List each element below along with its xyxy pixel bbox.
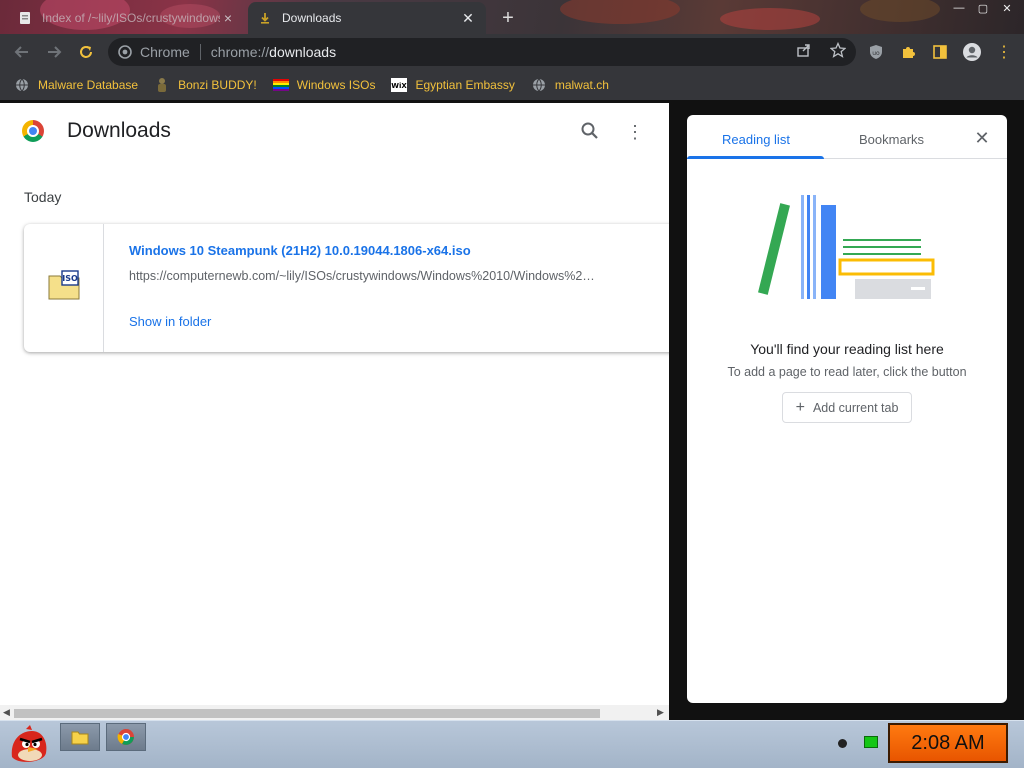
bookmark-egyptian-embassy[interactable]: WiX Egyptian Embassy (391, 77, 515, 93)
bonzi-icon (154, 77, 170, 93)
reload-button[interactable] (70, 36, 102, 68)
reload-icon (80, 46, 92, 58)
horizontal-scrollbar[interactable]: ◀ ▶ (0, 705, 669, 721)
tab-reading-list[interactable]: Reading list (722, 132, 790, 147)
books-illustration-icon (758, 195, 935, 299)
close-tab-icon[interactable]: × (220, 10, 236, 26)
side-panel-button[interactable] (924, 36, 956, 68)
page-title: Downloads (67, 119, 171, 142)
kebab-menu-icon: ⋮ (626, 122, 644, 142)
site-chip-label: Chrome (140, 44, 190, 60)
rainbow-flag-icon (272, 77, 289, 93)
shield-icon: uo (870, 45, 882, 59)
globe-icon (531, 77, 547, 93)
chrome-icon (117, 729, 134, 745)
address-bar[interactable]: Chrome chrome://downloads (108, 38, 856, 66)
tab-index-of-isos[interactable]: Index of /~lily/ISOs/crustywindows × (8, 2, 246, 34)
wix-icon: WiX (391, 77, 408, 93)
file-icon-column: ISO (24, 224, 104, 352)
forward-button[interactable] (38, 36, 70, 68)
date-section-label: Today (24, 189, 62, 205)
scrollbar-thumb[interactable] (14, 709, 600, 718)
taskbar-file-explorer[interactable] (60, 723, 100, 751)
plus-icon: + (795, 398, 805, 416)
network-icon[interactable] (864, 736, 878, 748)
downloads-header: Downloads ⋮ (0, 103, 669, 159)
active-tab-indicator (687, 156, 824, 159)
chrome-logo-icon (22, 120, 44, 142)
scroll-right-icon[interactable]: ▶ (657, 707, 664, 718)
folder-icon (71, 731, 89, 745)
tray-indicator-icon[interactable] (838, 739, 847, 748)
puzzle-icon (903, 47, 915, 58)
search-downloads-button[interactable] (580, 121, 602, 143)
avatar-icon (963, 43, 981, 61)
downloads-page: Downloads ⋮ Today ISO Windows 10 Steampu… (0, 103, 684, 721)
download-icon (258, 11, 272, 25)
empty-state-title: You'll find your reading list here (750, 341, 944, 357)
url-text: chrome://downloads (210, 44, 337, 60)
close-tab-icon[interactable]: ✕ (460, 10, 476, 26)
maximize-icon[interactable]: ▢ (972, 0, 994, 16)
page-icon (18, 11, 32, 25)
bookmark-malware-database[interactable]: Malware Database (14, 77, 138, 93)
file-source-url[interactable]: https://computernewb.com/~lily/ISOs/crus… (129, 269, 624, 283)
browser-menu-button[interactable]: ⋮ (988, 36, 1020, 68)
start-button[interactable] (6, 723, 50, 767)
bookmark-malwatch[interactable]: malwat.ch (531, 77, 609, 93)
extensions-button[interactable] (892, 36, 924, 68)
site-chip[interactable]: Chrome (118, 44, 201, 60)
window-controls: — ▢ ✕ (948, 0, 1018, 18)
new-tab-button[interactable]: + (496, 6, 520, 30)
svg-text:ISO: ISO (62, 274, 78, 283)
taskbar: 2:08 AM (0, 720, 1024, 768)
bookmark-bonzi-buddy[interactable]: Bonzi BUDDY! (154, 77, 257, 93)
tab-bookmarks[interactable]: Bookmarks (859, 132, 924, 147)
globe-icon (14, 77, 30, 93)
browser-toolbar: Chrome chrome://downloads uo ⋮ (0, 34, 1024, 70)
profile-button[interactable] (956, 36, 988, 68)
bookmark-windows-isos[interactable]: Windows ISOs (272, 77, 375, 93)
bookmarks-bar: Malware Database Bonzi BUDDY! Windows IS… (0, 70, 1024, 100)
arrow-right-icon (48, 46, 62, 58)
minimize-icon[interactable]: — (948, 0, 970, 16)
show-in-folder-link[interactable]: Show in folder (129, 314, 211, 329)
taskbar-chrome[interactable] (106, 723, 146, 751)
reading-list-side-panel: Reading list Bookmarks ✕ You'll find you… (687, 115, 1007, 703)
taskbar-clock[interactable]: 2:08 AM (888, 723, 1008, 763)
add-current-tab-button[interactable]: + Add current tab (782, 392, 912, 423)
svg-text:uo: uo (872, 50, 880, 57)
tab-title: Index of /~lily/ISOs/crustywindows (42, 11, 220, 25)
search-icon (581, 122, 598, 139)
chrome-icon (118, 45, 132, 59)
ublock-extension-button[interactable]: uo (860, 36, 892, 68)
tab-title: Downloads (282, 11, 342, 25)
downloads-menu-button[interactable]: ⋮ (624, 121, 646, 143)
scroll-left-icon[interactable]: ◀ (3, 707, 10, 718)
empty-state-subtitle: To add a page to read later, click the b… (727, 365, 967, 379)
kebab-menu-icon: ⋮ (996, 44, 1012, 61)
back-button[interactable] (6, 36, 38, 68)
close-window-icon[interactable]: ✕ (996, 0, 1018, 16)
iso-file-icon: ISO (48, 270, 80, 300)
side-panel-icon (933, 45, 947, 59)
tab-strip: Index of /~lily/ISOs/crustywindows × Dow… (0, 0, 1024, 34)
angry-bird-icon (11, 725, 47, 762)
tab-downloads[interactable]: Downloads ✕ (248, 2, 486, 34)
arrow-left-icon (14, 46, 28, 58)
side-panel-tabs: Reading list Bookmarks ✕ (687, 115, 1007, 159)
file-name-link[interactable]: Windows 10 Steampunk (21H2) 10.0.19044.1… (129, 243, 471, 258)
svg-text:WiX: WiX (392, 82, 408, 90)
share-icon[interactable] (796, 42, 812, 61)
bookmark-star-icon[interactable] (829, 41, 847, 61)
close-icon[interactable]: ✕ (973, 129, 991, 147)
download-item: ISO Windows 10 Steampunk (21H2) 10.0.190… (24, 224, 684, 352)
